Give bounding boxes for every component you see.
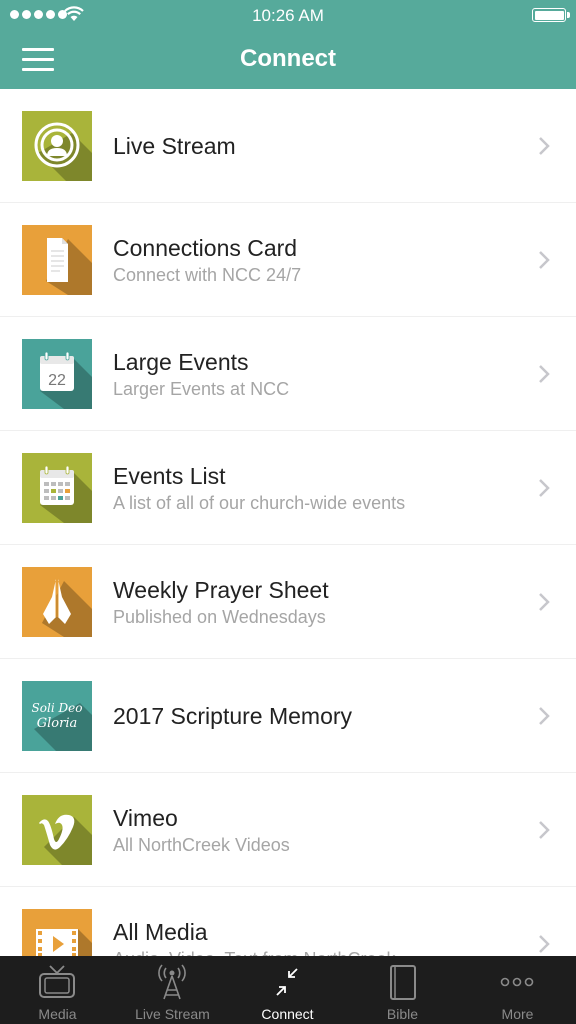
document-icon (22, 225, 92, 295)
list-item-subtitle: Larger Events at NCC (113, 378, 290, 399)
list-item-events-list[interactable]: Events List A list of all of our church-… (0, 431, 576, 545)
vimeo-icon (22, 795, 92, 865)
tab-connect[interactable]: Connect (230, 956, 345, 1024)
navigation-bar: Connect (0, 30, 576, 89)
list-item-title: Vimeo (113, 804, 178, 831)
list-item-large-events[interactable]: 22 Large Events Larger Events at NCC (0, 317, 576, 431)
list-item-all-media[interactable]: All Media Audio, Video, Text from NorthC… (0, 887, 576, 956)
chevron-right-icon (539, 593, 550, 611)
list-item-title: Events List (113, 462, 226, 489)
tv-icon (39, 965, 75, 998)
tab-label: Media (38, 1006, 77, 1022)
tab-live-stream[interactable]: Live Stream (115, 956, 230, 1024)
page-title: Connect (240, 45, 336, 72)
book-icon (390, 965, 416, 1000)
broadcast-tower-icon (158, 964, 186, 1000)
list-item-title: Connections Card (113, 234, 298, 261)
list-item-subtitle: Published on Wednesdays (113, 606, 326, 627)
praying-hands-icon (22, 567, 92, 637)
list-item-title: 2017 Scripture Memory (113, 703, 353, 729)
connect-list[interactable]: Live Stream Connections Card Connect wit… (0, 89, 576, 956)
battery-icon (532, 8, 570, 22)
list-item-subtitle: Audio, Video, Text from NorthCreek (113, 947, 516, 957)
list-item-subtitle: A list of all of our church-wide events (113, 492, 406, 513)
tab-more[interactable]: More (460, 956, 575, 1024)
list-item-vimeo[interactable]: Vimeo All NorthCreek Videos (0, 773, 576, 887)
list-item-subtitle: Connect with NCC 24/7 (113, 264, 302, 285)
chevron-right-icon (539, 479, 550, 497)
list-item-scripture-memory[interactable]: Soli Deo Gloria 2017 Scripture Memory (0, 659, 576, 773)
chevron-right-icon (539, 137, 550, 155)
more-dots-icon (500, 977, 534, 987)
connect-arrows-icon (276, 968, 298, 996)
svg-text:Gloria: Gloria (37, 716, 78, 731)
list-item-weekly-prayer-sheet[interactable]: Weekly Prayer Sheet Published on Wednesd… (0, 545, 576, 659)
soli-deo-gloria-icon: Soli Deo Gloria (22, 681, 92, 751)
list-item-title: Large Events (113, 348, 249, 375)
tab-bible[interactable]: Bible (345, 956, 460, 1024)
svg-text:Soli Deo: Soli Deo (32, 701, 83, 715)
list-item-title: Live Stream (113, 133, 236, 159)
film-icon (22, 909, 92, 956)
tab-label: Live Stream (135, 1006, 210, 1022)
list-item-title: Weekly Prayer Sheet (113, 576, 329, 603)
chevron-right-icon (539, 251, 550, 269)
status-time: 10:26 AM (252, 6, 324, 25)
chevron-right-icon (539, 365, 550, 383)
tab-label: Connect (261, 1006, 314, 1022)
list-item-title: All Media (113, 918, 208, 945)
live-stream-icon (22, 111, 92, 181)
list-item-connections-card[interactable]: Connections Card Connect with NCC 24/7 (0, 203, 576, 317)
list-item-subtitle: All NorthCreek Videos (113, 834, 290, 855)
chevron-right-icon (539, 935, 550, 953)
status-bar: 10:26 AM (0, 0, 576, 30)
tab-label: More (501, 1006, 534, 1022)
calendar-grid-icon (22, 453, 92, 523)
chevron-right-icon (539, 707, 550, 725)
svg-text:22: 22 (48, 372, 66, 389)
tab-label: Bible (386, 1006, 419, 1022)
chevron-right-icon (539, 821, 550, 839)
list-item-live-stream[interactable]: Live Stream (0, 89, 576, 203)
tab-bar: Media Live Stream Connect Bible More (0, 956, 576, 1024)
calendar-22-icon: 22 (22, 339, 92, 409)
tab-media[interactable]: Media (0, 956, 115, 1024)
